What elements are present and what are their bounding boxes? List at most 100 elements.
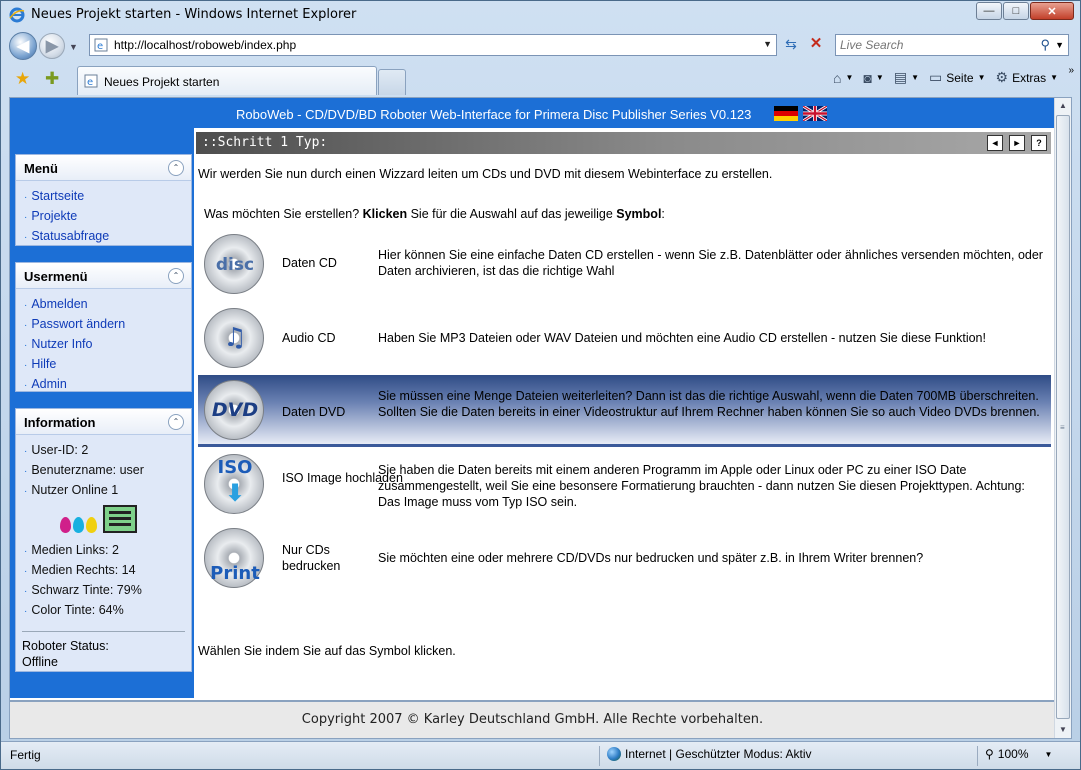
- svg-text:e: e: [87, 77, 93, 88]
- usermenu-title: Usermenü: [24, 269, 88, 284]
- menu-item-statusabfrage[interactable]: · Statusabfrage: [24, 227, 185, 247]
- search-input[interactable]: [840, 38, 1030, 52]
- magnifier-icon[interactable]: ⚲: [1040, 37, 1050, 53]
- site-header: RoboWeb - CD/DVD/BD Roboter Web-Interfac…: [10, 98, 1055, 128]
- prev-step-button[interactable]: ◄: [987, 135, 1003, 151]
- option-name: Daten CD: [282, 256, 337, 270]
- command-bar: ⌂ ▼ ◙ ▼ ▤ ▼ ▭ Seite ▼ ⚙ Extras ▼: [833, 69, 1058, 86]
- option-audio-cd[interactable]: ♫ Audio CD Haben Sie MP3 Dateien oder WA…: [198, 303, 1051, 373]
- back-button[interactable]: ◀: [9, 32, 37, 60]
- stop-button[interactable]: ✕: [805, 34, 827, 54]
- uk-flag-icon[interactable]: [803, 106, 827, 121]
- info-line: · Medien Links: 2: [24, 543, 119, 557]
- zoom-control[interactable]: ⚲ 100% ▼: [985, 747, 1052, 761]
- printer-icon: ▤: [893, 69, 908, 85]
- scroll-thumb[interactable]: ≡: [1056, 115, 1070, 719]
- address-bar[interactable]: e http://localhost/roboweb/index.php ▼: [89, 34, 777, 56]
- search-box[interactable]: ⚲ ▼: [835, 34, 1069, 56]
- usermenu-item-hilfe[interactable]: · Hilfe: [24, 355, 185, 375]
- forward-button[interactable]: ▶: [39, 33, 65, 59]
- ie-logo-icon: [9, 7, 25, 23]
- title-bar: Neues Projekt starten - Windows Internet…: [1, 1, 1080, 29]
- new-tab-button[interactable]: [378, 69, 406, 95]
- left-sidebar: Menü ⌃ · Startseite · Projekte · Statusabfra…: [10, 128, 194, 698]
- intro-text: Wir werden Sie nun durch einen Wizzard l…: [198, 167, 773, 181]
- copyright-bar: Copyright 2007 © Karley Deutschland GmbH…: [10, 700, 1055, 738]
- star-icon[interactable]: ★: [15, 69, 30, 89]
- help-button[interactable]: ?: [1031, 135, 1047, 151]
- menu-item-startseite[interactable]: · Startseite: [24, 187, 185, 207]
- option-name: Audio CD: [282, 331, 336, 345]
- minimize-button[interactable]: —: [976, 2, 1002, 20]
- arrow-left-icon: ◀: [16, 38, 30, 55]
- svg-text:e: e: [97, 41, 103, 52]
- vertical-scrollbar[interactable]: ▲ ≡ ▼: [1054, 98, 1071, 738]
- option-description: Sie möchten eine oder mehrere CD/DVDs nu…: [378, 551, 924, 565]
- option-name: Nur CDs bedrucken: [282, 543, 341, 573]
- copyright-text: Copyright 2007 © Karley Deutschland GmbH…: [301, 712, 764, 727]
- robot-status: Roboter Status: Offline: [22, 631, 185, 676]
- feeds-button[interactable]: ◙ ▼: [863, 70, 883, 86]
- iso-upload-icon[interactable]: ISO ⬇: [204, 454, 264, 514]
- address-dropdown-icon[interactable]: ▼: [763, 39, 772, 49]
- globe-icon: [607, 747, 621, 761]
- scroll-down-icon[interactable]: ▼: [1055, 722, 1071, 738]
- page-menu[interactable]: ▭ Seite ▼: [929, 69, 986, 86]
- usermenu-item-nutzer-info[interactable]: · Nutzer Info: [24, 335, 185, 355]
- option-print[interactable]: Print Nur CDs bedrucken Sie möchten eine…: [198, 523, 1051, 593]
- add-star-icon[interactable]: ✚: [45, 69, 59, 89]
- footer-hint: Wählen Sie indem Sie auf das Symbol klic…: [198, 644, 456, 658]
- page: RoboWeb - CD/DVD/BD Roboter Web-Interfac…: [10, 98, 1055, 738]
- compact-disc-icon[interactable]: disc: [204, 234, 264, 294]
- chevron-icon[interactable]: »: [1068, 65, 1074, 76]
- menu-item-projekte[interactable]: · Projekte: [24, 207, 185, 227]
- window-title: Neues Projekt starten - Windows Internet…: [31, 7, 357, 22]
- tab-label: Neues Projekt starten: [104, 75, 220, 89]
- usermenu-item-admin[interactable]: · Admin: [24, 375, 185, 395]
- home-button[interactable]: ⌂ ▼: [833, 70, 853, 86]
- dvd-icon[interactable]: DVD: [204, 380, 264, 440]
- tab-active[interactable]: e Neues Projekt starten: [77, 66, 377, 95]
- status-bar: Fertig Internet | Geschützter Modus: Akt…: [1, 741, 1080, 769]
- info-line: · Medien Rechts: 14: [24, 563, 136, 577]
- print-disc-icon[interactable]: Print: [204, 528, 264, 588]
- option-description: Sie müssen eine Menge Dateien weiterleit…: [378, 389, 1040, 419]
- option-name: Daten DVD: [282, 405, 346, 419]
- usermenu-box: Usermenü ⌃ · Abmelden · Passwort ändern · Nu…: [15, 262, 192, 392]
- security-zone[interactable]: Internet | Geschützter Modus: Aktiv: [607, 747, 812, 761]
- option-daten-cd[interactable]: disc Daten CD Hier können Sie eine einfa…: [198, 229, 1051, 299]
- collapse-icon[interactable]: ⌃: [168, 160, 184, 176]
- collapse-icon[interactable]: ⌃: [168, 268, 184, 284]
- arrow-right-icon: ▶: [45, 38, 59, 55]
- page-icon: ▭: [928, 69, 943, 85]
- url-text[interactable]: http://localhost/roboweb/index.php: [114, 38, 296, 52]
- usermenu-item-passwort[interactable]: · Passwort ändern: [24, 315, 185, 335]
- music-disc-icon[interactable]: ♫: [204, 308, 264, 368]
- option-daten-dvd[interactable]: DVD Daten DVD Sie müssen eine Menge Date…: [198, 375, 1051, 447]
- site-title: RoboWeb - CD/DVD/BD Roboter Web-Interfac…: [236, 107, 752, 122]
- info-line: · Benuterzname: user: [24, 463, 144, 477]
- scroll-up-icon[interactable]: ▲: [1055, 98, 1071, 114]
- tools-menu[interactable]: ⚙ Extras ▼: [996, 69, 1059, 86]
- magnifier-icon: ⚲: [985, 747, 994, 761]
- question-text: Was möchten Sie erstellen? Klicken Sie f…: [204, 207, 665, 221]
- next-step-button[interactable]: ►: [1009, 135, 1025, 151]
- recent-pages-dropdown[interactable]: ▼: [69, 42, 78, 52]
- web-viewport: RoboWeb - CD/DVD/BD Roboter Web-Interfac…: [9, 97, 1072, 739]
- print-button[interactable]: ▤ ▼: [894, 69, 919, 86]
- refresh-button[interactable]: ⇆: [781, 36, 801, 54]
- rss-icon: ◙: [863, 69, 872, 86]
- status-text: Fertig: [10, 748, 41, 762]
- menu-box: Menü ⌃ · Startseite · Projekte · Statusabfra…: [15, 154, 192, 246]
- info-line: · Nutzer Online 1: [24, 483, 119, 497]
- info-line: · Schwarz Tinte: 79%: [24, 583, 142, 597]
- option-iso-image[interactable]: ISO ⬇ ISO Image hochladen Sie haben die D…: [198, 449, 1051, 519]
- german-flag-icon[interactable]: [774, 106, 798, 121]
- search-options-dropdown[interactable]: ▼: [1055, 40, 1064, 50]
- collapse-icon[interactable]: ⌃: [168, 414, 184, 430]
- maximize-button[interactable]: □: [1003, 2, 1029, 20]
- usermenu-item-abmelden[interactable]: · Abmelden: [24, 295, 185, 315]
- ink-status-icon: [60, 503, 191, 533]
- main-content: ::Schritt 1 Typ: ◄ ► ? Wir werden Sie nu…: [196, 128, 1052, 698]
- close-button[interactable]: ✕: [1030, 2, 1074, 20]
